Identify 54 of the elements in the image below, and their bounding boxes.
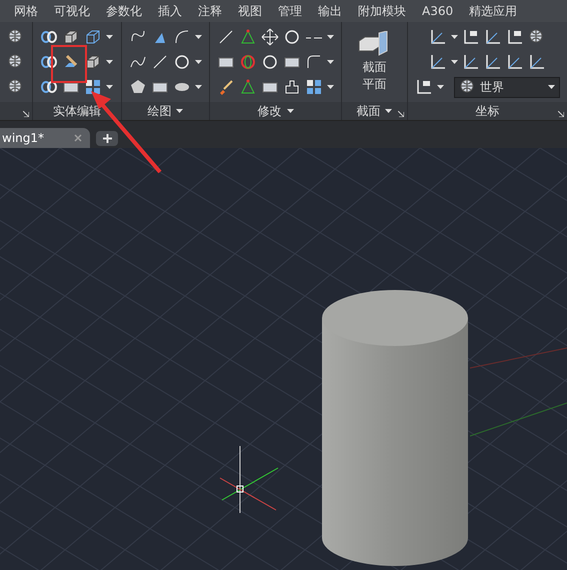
caret-icon[interactable] [106, 34, 114, 39]
file-tab[interactable]: wing1* [0, 128, 90, 148]
menu-tab[interactable]: 插入 [150, 2, 190, 20]
menu-tab[interactable]: 输出 [310, 2, 350, 20]
arc-icon[interactable] [172, 28, 191, 46]
launcher-arrow-icon[interactable] [398, 111, 404, 117]
caret-icon[interactable] [450, 60, 458, 64]
disc-icon[interactable] [172, 52, 191, 71]
menu-tab[interactable]: 注释 [190, 2, 230, 20]
axes-panel-icon[interactable] [506, 28, 524, 46]
caret-icon[interactable] [450, 34, 458, 39]
caret-icon[interactable] [194, 60, 202, 64]
menu-tab[interactable]: A360 [414, 4, 462, 18]
axes-line-icon[interactable] [484, 28, 502, 46]
ucs-dropdown[interactable]: 世界 [454, 76, 560, 98]
ucs-axes-icon [220, 446, 278, 514]
array-icon[interactable] [305, 78, 324, 96]
menu-tab[interactable]: 可视化 [46, 2, 98, 20]
plus-icon [102, 134, 112, 143]
menu-tab[interactable]: 视图 [230, 2, 270, 20]
menu-tab[interactable]: 附加模块 [350, 2, 414, 20]
move-arrows-icon[interactable] [261, 28, 280, 46]
new-tab-button[interactable] [96, 131, 118, 146]
caret-icon [548, 85, 555, 90]
caret-icon[interactable] [327, 34, 334, 39]
caret-icon[interactable] [286, 109, 294, 113]
triangle-gizmo-icon[interactable] [239, 78, 258, 96]
wireframe-cube-icon[interactable] [84, 28, 102, 46]
axes-box-icon[interactable] [462, 28, 480, 46]
outline-icon[interactable] [283, 78, 302, 96]
caret-icon[interactable] [327, 85, 334, 90]
panel-title[interactable]: 实体编辑 [52, 102, 101, 120]
section-plane-button[interactable]: 截面平面 [349, 29, 400, 95]
menu-tab[interactable]: 精选应用 [461, 2, 526, 20]
panel-title[interactable]: 绘图 [147, 102, 172, 120]
panel-title[interactable]: 坐标 [475, 102, 500, 120]
caret-icon[interactable] [327, 60, 334, 64]
caret-icon[interactable] [106, 85, 114, 90]
highlight-box [51, 45, 87, 83]
menu-tab[interactable]: 参数化 [98, 2, 150, 20]
launcher-arrow-icon[interactable] [558, 111, 564, 117]
panel-title[interactable]: 修改 [258, 102, 282, 120]
caret-icon[interactable] [106, 60, 114, 64]
panel-title[interactable]: 截面 [356, 102, 380, 120]
launcher-arrow-icon[interactable] [23, 111, 30, 117]
menu-tab[interactable]: 管理 [270, 2, 310, 20]
menu-tab[interactable]: 网格 [6, 2, 46, 20]
caret-icon[interactable] [385, 109, 392, 113]
sphere-gizmo-icon[interactable] [239, 52, 258, 71]
caret-icon[interactable] [194, 34, 202, 39]
caret-icon[interactable] [176, 109, 184, 113]
caret-icon[interactable] [436, 85, 444, 90]
caret-icon[interactable] [194, 85, 202, 90]
cube-icon[interactable] [62, 28, 80, 46]
